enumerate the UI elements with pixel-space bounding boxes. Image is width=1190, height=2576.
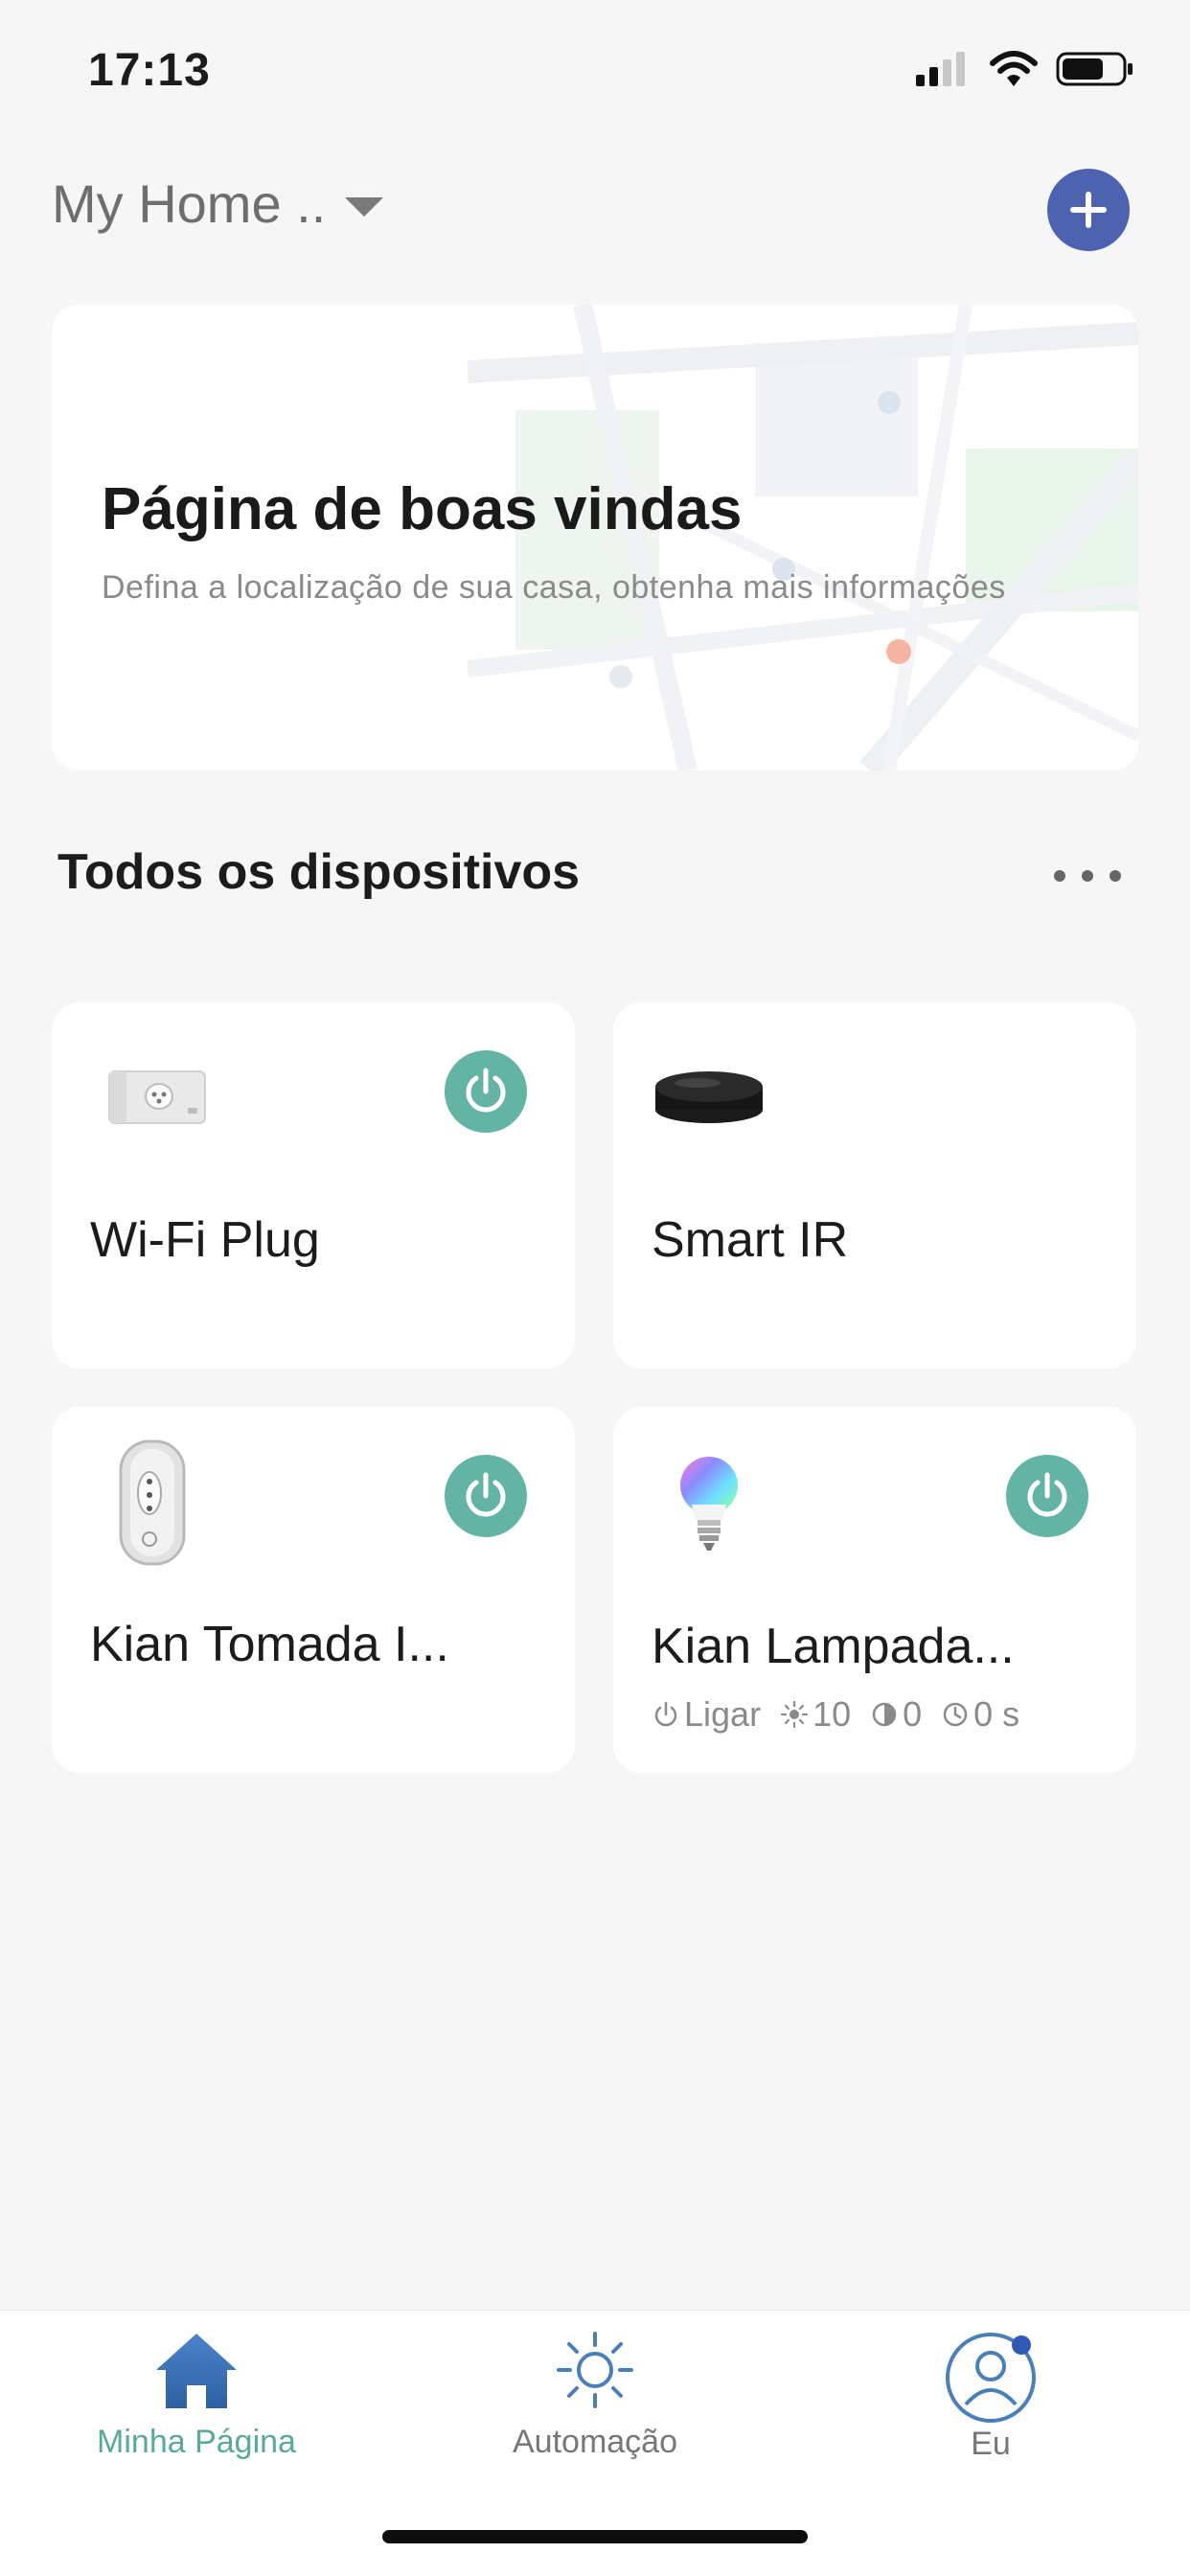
more-options-button[interactable] (1054, 859, 1121, 893)
status-time: 17:13 (88, 45, 211, 96)
welcome-title: Página de boas vindas (102, 476, 743, 542)
power-icon (466, 1472, 506, 1517)
status-power: Ligar (652, 1694, 761, 1735)
battery-icon (1056, 52, 1133, 86)
tab-eu[interactable]: Eu (847, 2330, 1134, 2463)
plus-icon (1070, 192, 1107, 228)
notification-dot (1012, 2335, 1031, 2355)
profile-icon (946, 2333, 1036, 2423)
home-icon (156, 2334, 237, 2408)
tab-automacao[interactable]: Automação (451, 2330, 739, 2461)
status-bar: 17:13 (0, 0, 1190, 144)
welcome-subtitle: Defina a localização de sua casa, obtenh… (102, 569, 1006, 606)
smart-ir-icon (655, 1071, 763, 1123)
device-status-row: Ligar 10 0 0 s (652, 1694, 1019, 1735)
cellular-signal-icon (916, 52, 965, 86)
status-timer: 0 s (941, 1694, 1019, 1735)
wifi-plug-icon (108, 1070, 206, 1124)
power-button[interactable] (445, 1455, 527, 1537)
device-card-kian-tomada[interactable]: Kian Tomada I... (52, 1407, 575, 1773)
brightness-icon (780, 1700, 809, 1729)
section-title: Todos os dispositivos (57, 844, 581, 900)
home-indicator (382, 2530, 808, 2543)
add-device-button[interactable] (1047, 169, 1130, 251)
clock-icon (943, 1702, 968, 1727)
tab-label: Minha Página (97, 2424, 296, 2460)
status-contrast: 0 (870, 1694, 922, 1735)
dot-icon (1054, 870, 1065, 882)
status-brightness: 10 (780, 1694, 851, 1735)
device-name: Smart IR (652, 1212, 849, 1268)
device-card-kian-lampada[interactable]: Kian Lampada... Ligar 10 0 0 s (613, 1407, 1136, 1773)
device-name: Wi-Fi Plug (90, 1212, 320, 1268)
tab-label: Automação (513, 2424, 677, 2460)
device-card-wifi-plug[interactable]: Wi-Fi Plug (52, 1002, 575, 1368)
contrast-icon (872, 1702, 897, 1727)
dot-icon (1082, 870, 1093, 882)
home-selector[interactable]: My Home .. (52, 172, 384, 235)
dot-icon (1110, 870, 1121, 882)
wifi-icon (990, 51, 1038, 86)
tab-label: Eu (971, 2426, 1011, 2462)
power-small-icon (654, 1701, 677, 1727)
wall-socket-icon (119, 1439, 186, 1566)
rgb-bulb-icon (680, 1457, 738, 1551)
status-contrast-value: 0 (903, 1694, 923, 1734)
power-button[interactable] (1006, 1455, 1088, 1537)
power-icon (1027, 1472, 1067, 1517)
status-icons (914, 50, 1134, 88)
home-name: My Home .. (52, 173, 327, 234)
tab-minha-pagina[interactable]: Minha Página (53, 2330, 340, 2461)
status-power-value: Ligar (684, 1694, 762, 1734)
device-name: Kian Lampada... (652, 1619, 1015, 1674)
status-timer-value: 0 s (973, 1694, 1020, 1734)
welcome-card[interactable]: Página de boas vindas Defina a localizaç… (52, 305, 1138, 770)
power-button[interactable] (445, 1050, 527, 1133)
sun-icon (557, 2332, 633, 2408)
caret-down-icon (345, 196, 384, 217)
device-card-smart-ir[interactable]: Smart IR (613, 1002, 1136, 1368)
device-name: Kian Tomada I... (90, 1617, 449, 1672)
power-icon (466, 1068, 506, 1113)
status-brightness-value: 10 (812, 1694, 852, 1734)
